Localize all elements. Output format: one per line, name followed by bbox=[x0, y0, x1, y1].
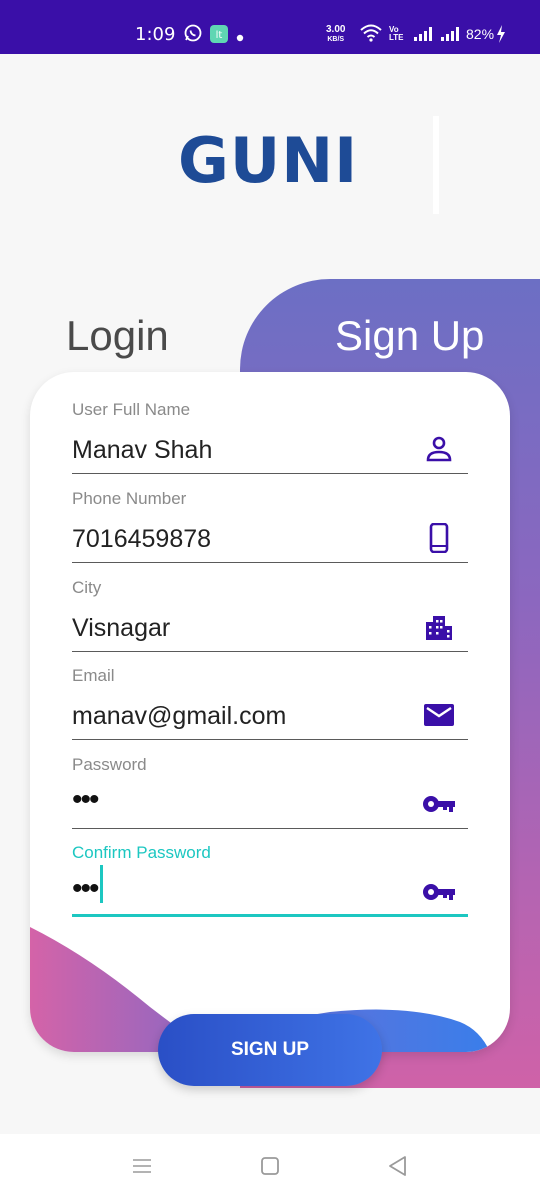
tab-login[interactable]: Login bbox=[66, 312, 169, 360]
confirm-password-label: Confirm Password bbox=[72, 843, 211, 862]
wifi-icon bbox=[360, 24, 382, 47]
back-icon[interactable] bbox=[386, 1154, 410, 1178]
logo-divider bbox=[433, 116, 439, 214]
city-field[interactable]: City Visnagar bbox=[72, 578, 468, 652]
phone-field[interactable]: Phone Number 7016459878 bbox=[72, 489, 468, 563]
status-bar: 1:09 lt 3.00 KB/S Vo LTE 82% bbox=[0, 0, 540, 54]
speed-unit: KB/S bbox=[327, 36, 345, 43]
password-label: Password bbox=[72, 755, 147, 774]
home-icon[interactable] bbox=[258, 1154, 282, 1178]
tab-signup[interactable]: Sign Up bbox=[335, 312, 484, 360]
confirm-password-input[interactable]: ••• bbox=[72, 865, 103, 909]
person-icon bbox=[426, 436, 452, 462]
full-name-label: User Full Name bbox=[72, 400, 191, 419]
email-input-row[interactable]: manav@gmail.com bbox=[72, 690, 468, 740]
network-speed: 3.00 KB/S bbox=[326, 25, 345, 45]
full-name-input-row[interactable]: Manav Shah bbox=[72, 424, 468, 474]
full-name-input[interactable]: Manav Shah bbox=[72, 436, 212, 465]
email-label: Email bbox=[72, 666, 115, 685]
confirm-password-input-row[interactable]: ••• bbox=[72, 865, 468, 917]
text-caret bbox=[99, 865, 103, 903]
signup-button[interactable]: SIGN UP bbox=[158, 1014, 382, 1086]
whatsapp-icon bbox=[184, 24, 202, 47]
app-logo: GUNI bbox=[178, 124, 359, 197]
key-icon-2 bbox=[423, 884, 455, 900]
city-input-row[interactable]: Visnagar bbox=[72, 602, 468, 652]
city-icon bbox=[426, 616, 452, 640]
key-icon bbox=[423, 796, 455, 812]
status-time: 1:09 bbox=[135, 24, 176, 45]
city-input[interactable]: Visnagar bbox=[72, 614, 170, 643]
password-input[interactable]: ••• bbox=[72, 783, 99, 817]
signup-form-card: User Full Name Manav Shah Phone Number 7… bbox=[30, 372, 510, 1052]
speed-value: 3.00 bbox=[326, 24, 346, 35]
city-label: City bbox=[72, 578, 102, 597]
svg-text:lt: lt bbox=[216, 30, 223, 41]
battery-level: 82% bbox=[466, 26, 495, 42]
password-field[interactable]: Password ••• bbox=[72, 755, 468, 829]
email-input[interactable]: manav@gmail.com bbox=[72, 702, 286, 731]
confirm-password-field[interactable]: Confirm Password ••• bbox=[72, 843, 468, 917]
signal-icon bbox=[413, 26, 435, 47]
full-name-field[interactable]: User Full Name Manav Shah bbox=[72, 400, 468, 474]
menu-icon[interactable] bbox=[130, 1154, 154, 1178]
navigation-bar bbox=[0, 1134, 540, 1200]
signal-icon-2 bbox=[440, 26, 462, 47]
phone-label: Phone Number bbox=[72, 489, 187, 508]
volte-icon: Vo LTE bbox=[389, 25, 404, 42]
phone-icon bbox=[429, 523, 449, 553]
phone-input-row[interactable]: 7016459878 bbox=[72, 513, 468, 563]
password-input-row[interactable]: ••• bbox=[72, 779, 468, 829]
mail-icon bbox=[424, 704, 454, 726]
phone-input[interactable]: 7016459878 bbox=[72, 525, 211, 554]
charging-icon bbox=[496, 25, 506, 48]
app-notification-icon: lt bbox=[209, 24, 229, 49]
confirm-password-value: ••• bbox=[72, 871, 99, 905]
dot-icon bbox=[236, 29, 244, 47]
email-field[interactable]: Email manav@gmail.com bbox=[72, 666, 468, 740]
